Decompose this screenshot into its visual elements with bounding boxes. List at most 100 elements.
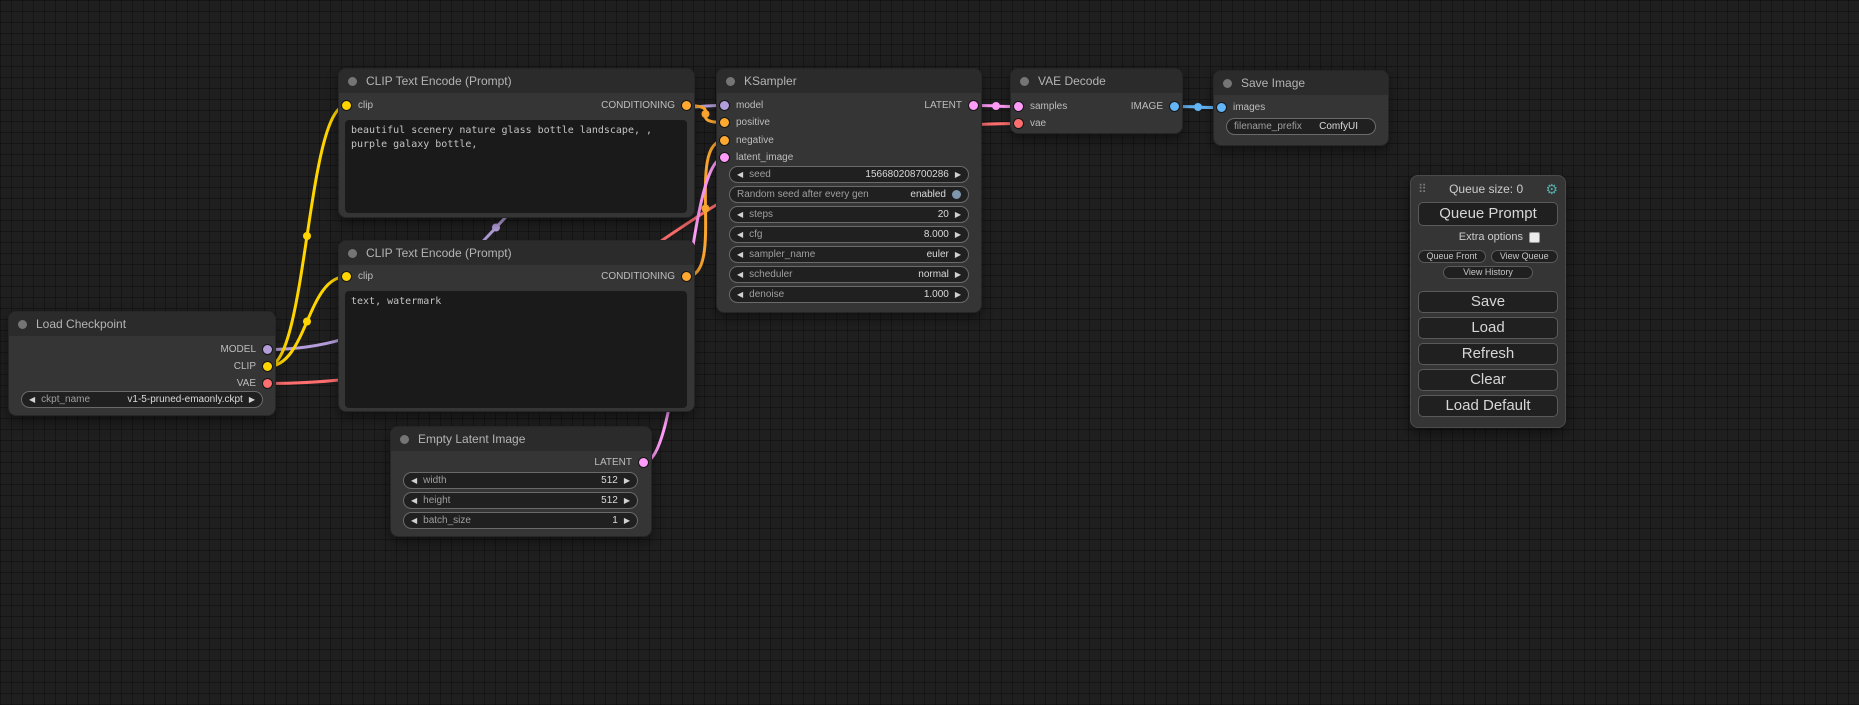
port-dot-latent[interactable] <box>968 100 979 111</box>
port-dot-images[interactable] <box>1216 102 1227 113</box>
collapse-dot-icon[interactable] <box>726 77 735 86</box>
port-dot-model[interactable] <box>262 344 273 355</box>
widget-cfg[interactable]: ◀ cfg 8.000 ▶ <box>729 226 969 243</box>
queue-front-button[interactable]: Queue Front <box>1418 250 1486 263</box>
arrow-left-icon[interactable]: ◀ <box>737 291 743 299</box>
arrow-right-icon[interactable]: ▶ <box>955 231 961 239</box>
collapse-dot-icon[interactable] <box>400 435 409 444</box>
view-history-button[interactable]: View History <box>1443 266 1533 279</box>
comfyui-canvas[interactable]: Load Checkpoint MODEL CLIP VAE ◀ ckpt_na… <box>0 0 1859 705</box>
widget-seed[interactable]: ◀ seed 156680208700286 ▶ <box>729 166 969 183</box>
output-port-latent[interactable]: LATENT <box>594 456 649 469</box>
arrow-left-icon[interactable]: ◀ <box>411 497 417 505</box>
arrow-left-icon[interactable]: ◀ <box>411 517 417 525</box>
load-default-button[interactable]: Load Default <box>1418 395 1558 417</box>
output-port-image[interactable]: IMAGE <box>1131 100 1180 113</box>
arrow-left-icon[interactable]: ◀ <box>737 171 743 179</box>
input-port-positive[interactable]: positive <box>719 116 770 129</box>
arrow-left-icon[interactable]: ◀ <box>737 231 743 239</box>
view-queue-button[interactable]: View Queue <box>1491 250 1559 263</box>
port-dot-clip[interactable] <box>262 361 273 372</box>
input-port-latent-image[interactable]: latent_image <box>719 151 793 164</box>
input-port-model[interactable]: model <box>719 99 763 112</box>
port-dot-latent[interactable] <box>638 457 649 468</box>
node-save-image[interactable]: Save Image images filename_prefix ComfyU… <box>1213 70 1389 146</box>
node-vae-decode[interactable]: VAE Decode samples vae IMAGE <box>1010 68 1183 134</box>
extra-options-checkbox[interactable] <box>1529 232 1540 243</box>
node-title-bar[interactable]: Load Checkpoint <box>9 312 275 336</box>
widget-control-after-generate[interactable]: Random seed after every gen enabled <box>729 186 969 203</box>
widget-batch-size[interactable]: ◀ batch_size 1 ▶ <box>403 512 638 529</box>
input-port-samples[interactable]: samples <box>1013 100 1067 113</box>
link-wire-clip[interactable] <box>268 277 347 367</box>
node-clip-text-encode-positive[interactable]: CLIP Text Encode (Prompt) clip CONDITION… <box>338 68 695 218</box>
arrow-left-icon[interactable]: ◀ <box>29 396 35 404</box>
port-dot-image[interactable] <box>1169 101 1180 112</box>
node-title-bar[interactable]: Save Image <box>1214 71 1388 95</box>
output-port-latent[interactable]: LATENT <box>924 99 979 112</box>
input-port-clip[interactable]: clip <box>341 270 373 283</box>
widget-height[interactable]: ◀ height 512 ▶ <box>403 492 638 509</box>
node-title-bar[interactable]: Empty Latent Image <box>391 427 651 451</box>
arrow-right-icon[interactable]: ▶ <box>624 497 630 505</box>
arrow-left-icon[interactable]: ◀ <box>737 271 743 279</box>
port-dot-clip[interactable] <box>341 271 352 282</box>
input-port-images[interactable]: images <box>1216 101 1265 114</box>
widget-width[interactable]: ◀ width 512 ▶ <box>403 472 638 489</box>
collapse-dot-icon[interactable] <box>348 77 357 86</box>
widget-denoise[interactable]: ◀ denoise 1.000 ▶ <box>729 286 969 303</box>
arrow-right-icon[interactable]: ▶ <box>249 396 255 404</box>
node-load-checkpoint[interactable]: Load Checkpoint MODEL CLIP VAE ◀ ckpt_na… <box>8 311 276 416</box>
arrow-right-icon[interactable]: ▶ <box>955 171 961 179</box>
input-port-clip[interactable]: clip <box>341 99 373 112</box>
arrow-right-icon[interactable]: ▶ <box>955 271 961 279</box>
port-dot-vae[interactable] <box>1013 118 1024 129</box>
arrow-left-icon[interactable]: ◀ <box>737 251 743 259</box>
collapse-dot-icon[interactable] <box>1020 77 1029 86</box>
widget-filename-prefix[interactable]: filename_prefix ComfyUI <box>1226 118 1376 135</box>
prompt-textarea[interactable]: beautiful scenery nature glass bottle la… <box>345 120 687 213</box>
widget-steps[interactable]: ◀ steps 20 ▶ <box>729 206 969 223</box>
node-title-bar[interactable]: CLIP Text Encode (Prompt) <box>339 69 694 93</box>
input-port-negative[interactable]: negative <box>719 134 774 147</box>
port-dot-negative[interactable] <box>719 135 730 146</box>
arrow-right-icon[interactable]: ▶ <box>955 291 961 299</box>
port-dot-clip[interactable] <box>341 100 352 111</box>
output-port-clip[interactable]: CLIP <box>234 360 273 373</box>
collapse-dot-icon[interactable] <box>348 249 357 258</box>
load-button[interactable]: Load <box>1418 317 1558 339</box>
arrow-right-icon[interactable]: ▶ <box>624 517 630 525</box>
input-port-vae[interactable]: vae <box>1013 117 1046 130</box>
queue-prompt-button[interactable]: Queue Prompt <box>1418 202 1558 226</box>
clear-button[interactable]: Clear <box>1418 369 1558 391</box>
port-dot-positive[interactable] <box>719 117 730 128</box>
output-port-conditioning[interactable]: CONDITIONING <box>601 99 692 112</box>
widget-sampler-name[interactable]: ◀ sampler_name euler ▶ <box>729 246 969 263</box>
node-title-bar[interactable]: CLIP Text Encode (Prompt) <box>339 241 694 265</box>
port-dot-samples[interactable] <box>1013 101 1024 112</box>
randomize-dot-icon[interactable] <box>952 190 961 199</box>
output-port-vae[interactable]: VAE <box>237 377 273 390</box>
port-dot-latent-image[interactable] <box>719 152 730 163</box>
settings-gear-icon[interactable]: ⚙ <box>1545 182 1558 196</box>
node-title-bar[interactable]: KSampler <box>717 69 981 93</box>
port-dot-vae[interactable] <box>262 378 273 389</box>
output-port-conditioning[interactable]: CONDITIONING <box>601 270 692 283</box>
arrow-right-icon[interactable]: ▶ <box>955 211 961 219</box>
refresh-button[interactable]: Refresh <box>1418 343 1558 365</box>
collapse-dot-icon[interactable] <box>1223 79 1232 88</box>
link-wire-clip[interactable] <box>268 106 347 367</box>
save-button[interactable]: Save <box>1418 291 1558 313</box>
port-dot-conditioning[interactable] <box>681 271 692 282</box>
arrow-right-icon[interactable]: ▶ <box>624 477 630 485</box>
drag-handle-icon[interactable]: ⠿ <box>1418 182 1427 196</box>
output-port-model[interactable]: MODEL <box>220 343 273 356</box>
node-title-bar[interactable]: VAE Decode <box>1011 69 1182 93</box>
prompt-textarea[interactable]: text, watermark <box>345 291 687 408</box>
widget-scheduler[interactable]: ◀ scheduler normal ▶ <box>729 266 969 283</box>
port-dot-model[interactable] <box>719 100 730 111</box>
port-dot-conditioning[interactable] <box>681 100 692 111</box>
node-clip-text-encode-negative[interactable]: CLIP Text Encode (Prompt) clip CONDITION… <box>338 240 695 412</box>
node-empty-latent-image[interactable]: Empty Latent Image LATENT ◀ width 512 ▶ … <box>390 426 652 537</box>
widget-ckpt-name[interactable]: ◀ ckpt_name v1-5-pruned-emaonly.ckpt ▶ <box>21 391 263 408</box>
